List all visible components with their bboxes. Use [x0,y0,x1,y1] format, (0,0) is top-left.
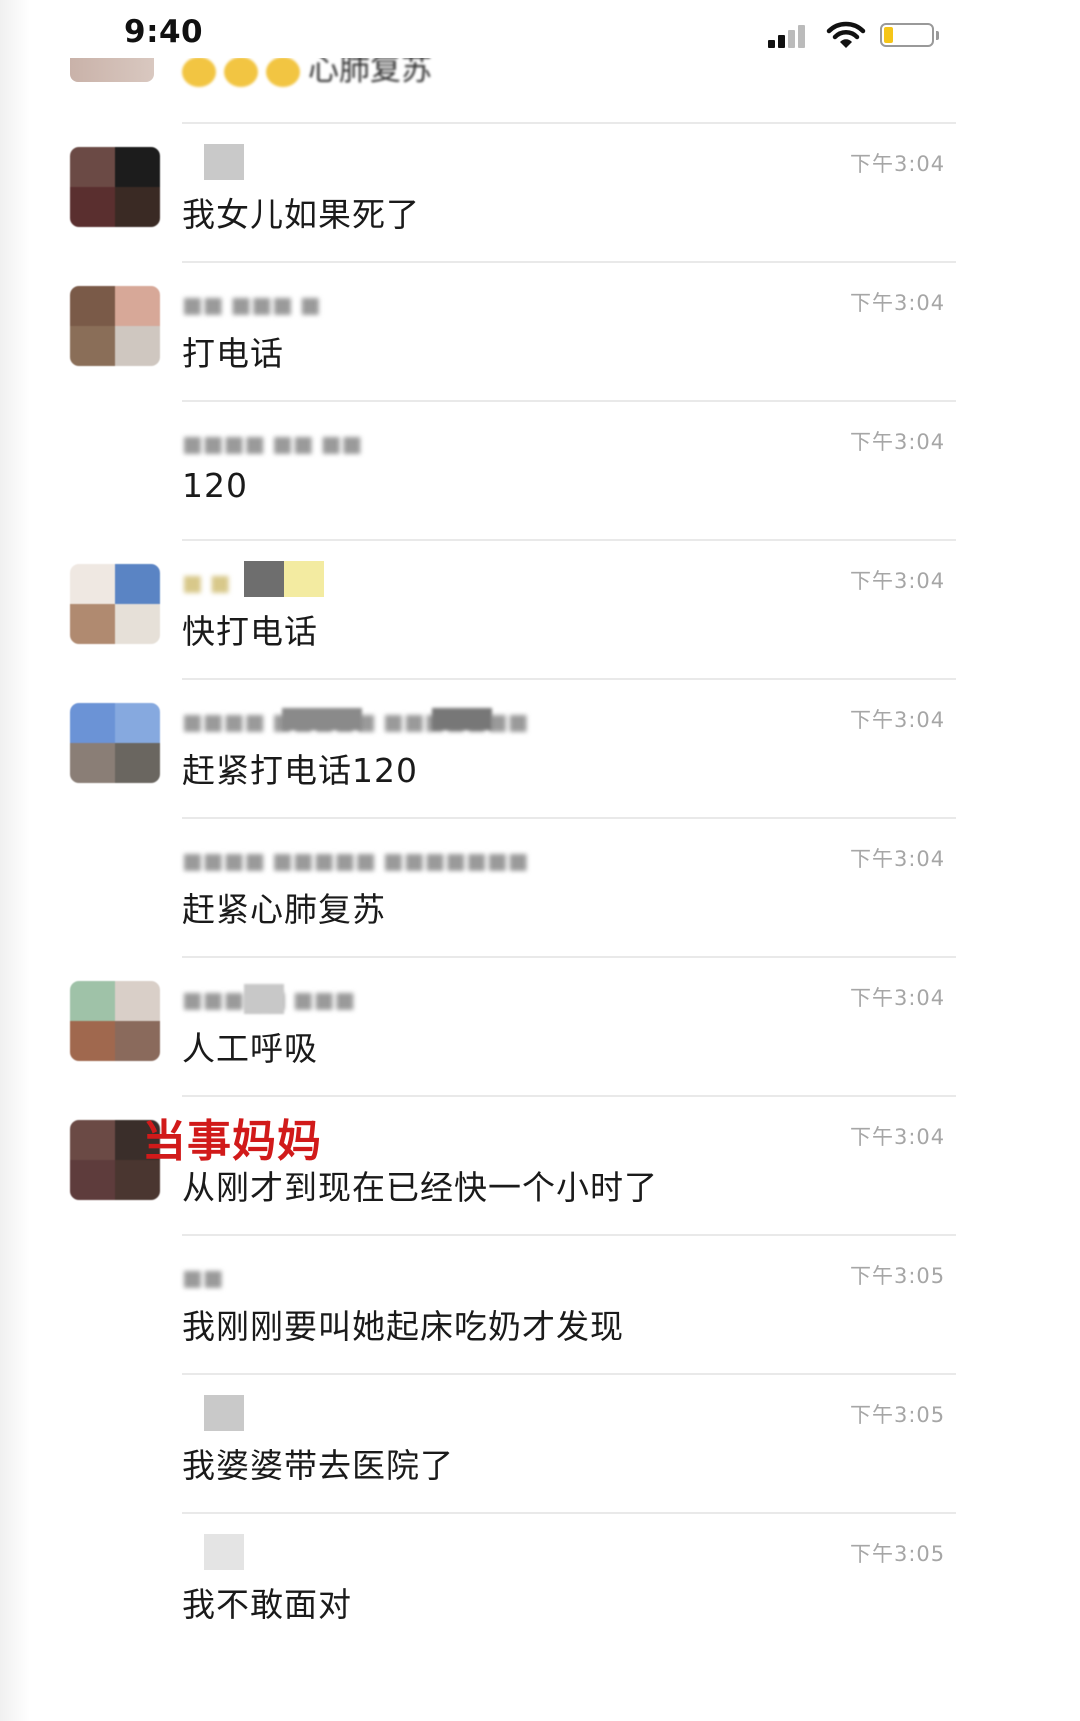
message-time: 下午3:04 [850,291,946,315]
wifi-icon [826,20,866,50]
emoji-icon [266,58,300,87]
message-row[interactable]: 下午3:05 我婆婆带去医院了 [0,1373,1080,1512]
message-row[interactable]: 下午3:05 我不敢面对 [0,1512,1080,1651]
avatar[interactable] [70,286,160,366]
row-divider [182,1512,956,1514]
message-text: 人工呼吸 [182,1029,318,1068]
message-time: 下午3:04 [850,430,946,454]
row-divider [182,539,956,541]
message-row[interactable]: ■■ ■■■ ■ 下午3:04 打电话 [0,261,1080,400]
row-divider [182,400,956,402]
partial-message-text: 心肺复苏 [182,58,432,89]
message-text: 快打电话 [182,612,318,651]
row-divider [182,261,956,263]
message-row[interactable]: ■■■■ ■■■■■ ■■■■■■■ 下午3:04 赶紧心肺复苏 [0,817,1080,956]
sender-name-redacted: ■■■■ ■■■■■ ■■■■■■■ [182,849,529,874]
battery-level [884,27,893,43]
message-text: 从刚才到现在已经快一个小时了 [182,1168,658,1207]
status-icons [768,20,948,52]
message-time: 下午3:04 [850,569,946,593]
message-row[interactable]: 当事妈妈 下午3:04 从刚才到现在已经快一个小时了 [0,1095,1080,1234]
message-text: 赶紧心肺复苏 [182,890,386,929]
sender-name-redacted [182,1534,542,1570]
row-divider [182,678,956,680]
message-time: 下午3:05 [850,1542,946,1566]
row-divider [182,1373,956,1375]
row-divider [182,956,956,958]
status-time: 9:40 [124,14,204,50]
row-divider [182,1234,956,1236]
previous-message-partial: 心肺复苏 [0,58,1080,122]
message-time: 下午3:04 [850,1125,946,1149]
sender-name-redacted: ■■■■■ ■■■ [182,978,542,1014]
avatar[interactable] [70,981,160,1061]
avatar[interactable] [70,147,160,227]
sender-name-redacted: ■■ [182,1266,224,1291]
message-row[interactable]: ■■■■■ ■■■ 下午3:04 人工呼吸 [0,956,1080,1095]
emoji-icon [224,58,258,87]
message-text: 我刚刚要叫她起床吃奶才发现 [182,1307,624,1346]
sender-name-redacted [182,1395,542,1431]
sender-name-redacted: ■ ■ [182,561,542,597]
row-divider [182,817,956,819]
row-divider [182,1095,956,1097]
message-time: 下午3:05 [850,1264,946,1288]
emoji-icon [182,58,216,87]
message-time: 下午3:04 [850,986,946,1010]
message-time: 下午3:04 [850,708,946,732]
avatar[interactable] [70,703,160,783]
message-time: 下午3:04 [850,847,946,871]
message-text: 打电话 [182,334,284,373]
avatar[interactable] [70,564,160,644]
sender-name-redacted: ■■ ■■■ ■ [182,293,321,318]
message-text: 我女儿如果死了 [182,195,420,234]
message-row[interactable]: 下午3:04 我女儿如果死了 [0,122,1080,261]
sender-name-redacted: ■■■■ ■■■■■ ■■■■■■■ [182,700,542,736]
message-time: 下午3:05 [850,1403,946,1427]
sender-name-redacted [182,144,542,180]
cellular-signal-icon [768,24,812,48]
annotation-label: 当事妈妈 [142,1116,322,1167]
message-row[interactable]: ■■■■ ■■ ■■ 下午3:04 120 [0,400,1080,539]
message-row[interactable]: ■■ 下午3:05 我刚刚要叫她起床吃奶才发现 [0,1234,1080,1373]
partial-message-label: 心肺复苏 [308,58,432,88]
message-time: 下午3:04 [850,152,946,176]
message-row[interactable]: ■ ■ 下午3:04 快打电话 [0,539,1080,678]
battery-icon [880,23,934,47]
sender-name-redacted: ■■■■ ■■ ■■ [182,432,363,457]
message-text: 我婆婆带去医院了 [182,1446,454,1485]
message-text: 我不敢面对 [182,1585,352,1624]
message-text: 赶紧打电话120 [182,751,418,790]
row-divider [182,122,956,124]
battery-nub [936,31,939,40]
message-row[interactable]: ■■■■ ■■■■■ ■■■■■■■ 下午3:04 赶紧打电话120 [0,678,1080,817]
message-text: 120 [182,466,248,505]
avatar [70,58,154,82]
